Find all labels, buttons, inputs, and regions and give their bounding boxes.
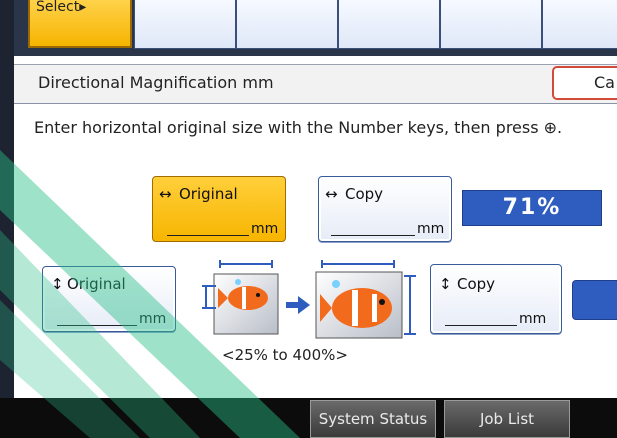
horizontal-arrow-icon: ↔	[159, 185, 172, 203]
vertical-copy-unit: mm	[519, 311, 547, 327]
vertical-arrow-icon: ↕	[439, 275, 452, 293]
ratio-display: 71%	[462, 190, 602, 226]
arrow-right-icon	[286, 296, 310, 314]
horizontal-copy-value-line	[331, 235, 415, 236]
top-key-3[interactable]	[236, 0, 338, 49]
horizontal-original-value-line	[167, 235, 249, 236]
cancel-button[interactable]: Ca	[552, 66, 617, 100]
ratio-range-label: <25% to 400%>	[222, 346, 348, 364]
horizontal-arrow-icon: ↔	[325, 185, 338, 203]
horizontal-original-label: Original	[179, 185, 238, 203]
original-page-icon	[202, 260, 279, 335]
magnification-illustration	[202, 260, 416, 339]
vertical-ratio-display	[572, 280, 617, 320]
instruction-text: Enter horizontal original size with the …	[34, 118, 563, 137]
system-status-button[interactable]: System Status	[310, 400, 436, 438]
vertical-arrow-icon: ↕	[51, 275, 64, 293]
top-key-4[interactable]	[338, 0, 440, 49]
vertical-copy-key[interactable]: ↕ Copy mm	[430, 264, 562, 334]
horizontal-copy-unit: mm	[417, 221, 445, 237]
horizontal-copy-label: Copy	[345, 185, 384, 203]
horizontal-original-unit: mm	[251, 221, 279, 237]
vertical-original-value-line	[57, 325, 137, 326]
top-key-2[interactable]	[134, 0, 236, 49]
horizontal-original-key[interactable]: ↔ Original mm	[152, 176, 286, 242]
top-key-5[interactable]	[440, 0, 542, 49]
page-title: Directional Magnification mm	[38, 73, 274, 92]
vertical-original-key[interactable]: ↕ Original mm	[42, 266, 176, 332]
job-list-button[interactable]: Job List	[444, 400, 570, 438]
select-button[interactable]: Select▸	[28, 0, 132, 48]
vertical-copy-label: Copy	[457, 275, 496, 293]
left-bezel	[0, 0, 14, 398]
vertical-original-label: Original	[67, 275, 126, 293]
top-key-6[interactable]	[542, 0, 617, 49]
vertical-copy-value-line	[445, 325, 517, 326]
vertical-original-unit: mm	[139, 311, 167, 327]
horizontal-copy-key[interactable]: ↔ Copy mm	[318, 176, 452, 242]
copy-page-icon	[315, 260, 416, 339]
